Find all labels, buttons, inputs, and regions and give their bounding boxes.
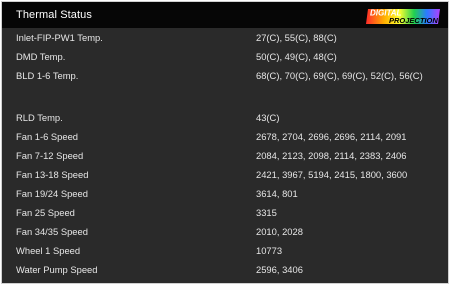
row-label: BLD 1-6 Temp. xyxy=(16,70,79,81)
row-value: 50(C), 49(C), 48(C) xyxy=(256,51,337,62)
row-label: RLD Temp. xyxy=(16,112,63,123)
status-row-dmd-temp: DMD Temp. 50(C), 49(C), 48(C) xyxy=(2,47,448,66)
row-value: 2678, 2704, 2696, 2696, 2114, 2091 xyxy=(256,131,407,142)
row-value: 3614, 801 xyxy=(256,188,298,199)
title-bar: Thermal Status DIGITAL PROJECTION xyxy=(2,2,448,28)
row-label: Fan 1-6 Speed xyxy=(16,131,79,142)
row-value: 68(C), 70(C), 69(C), 69(C), 52(C), 56(C) xyxy=(256,70,423,81)
row-value: 43(C) xyxy=(256,112,280,123)
row-value: 2421, 3967, 5194, 2415, 1800, 3600 xyxy=(256,169,408,180)
row-label: Fan 19/24 Speed xyxy=(16,188,88,199)
status-row-bld-temp: BLD 1-6 Temp. 68(C), 70(C), 69(C), 69(C)… xyxy=(2,66,448,85)
row-label: Fan 34/35 Speed xyxy=(16,226,88,237)
row-label: Inlet-FIP-PW1 Temp. xyxy=(16,32,103,43)
status-row-fan-1-6: Fan 1-6 Speed 2678, 2704, 2696, 2696, 21… xyxy=(2,127,448,146)
row-label: Water Pump Speed xyxy=(16,264,98,275)
status-row-fan-25: Fan 25 Speed 3315 xyxy=(2,203,448,222)
status-row-rld-temp: RLD Temp. 43(C) xyxy=(2,108,448,127)
status-row-fan-13-18: Fan 13-18 Speed 2421, 3967, 5194, 2415, … xyxy=(2,165,448,184)
row-value: 2084, 2123, 2098, 2114, 2383, 2406 xyxy=(256,150,407,161)
row-value: 10773 xyxy=(256,245,283,256)
status-row-water-pump: Water Pump Speed 2596, 3406 xyxy=(2,260,448,279)
row-label: Fan 7-12 Speed xyxy=(16,150,84,161)
status-row-wheel-1: Wheel 1 Speed 10773 xyxy=(2,241,448,260)
row-label: Wheel 1 Speed xyxy=(16,245,81,256)
row-value: 27(C), 55(C), 88(C) xyxy=(256,32,337,43)
panel-title: Thermal Status xyxy=(16,9,92,21)
thermal-status-panel: Thermal Status DIGITAL PROJECTION Inlet-… xyxy=(1,1,449,284)
status-rows: Inlet-FIP-PW1 Temp. 27(C), 55(C), 88(C) … xyxy=(2,28,448,283)
row-value: 2010, 2028 xyxy=(256,226,303,237)
status-row-fan-7-12: Fan 7-12 Speed 2084, 2123, 2098, 2114, 2… xyxy=(2,146,448,165)
digital-projection-logo: DIGITAL PROJECTION xyxy=(366,9,440,25)
status-row-fan-19-24: Fan 19/24 Speed 3614, 801 xyxy=(2,184,448,203)
status-row-inlet-temp: Inlet-FIP-PW1 Temp. 27(C), 55(C), 88(C) xyxy=(2,28,448,47)
logo-line2: PROJECTION xyxy=(389,16,438,25)
row-value: 3315 xyxy=(256,207,277,218)
row-label: Fan 25 Speed xyxy=(16,207,75,218)
status-row-blank xyxy=(2,85,448,104)
row-value: 2596, 3406 xyxy=(256,264,303,275)
row-label: Fan 13-18 Speed xyxy=(16,169,89,180)
status-row-fan-34-35: Fan 34/35 Speed 2010, 2028 xyxy=(2,222,448,241)
row-label: DMD Temp. xyxy=(16,51,66,62)
